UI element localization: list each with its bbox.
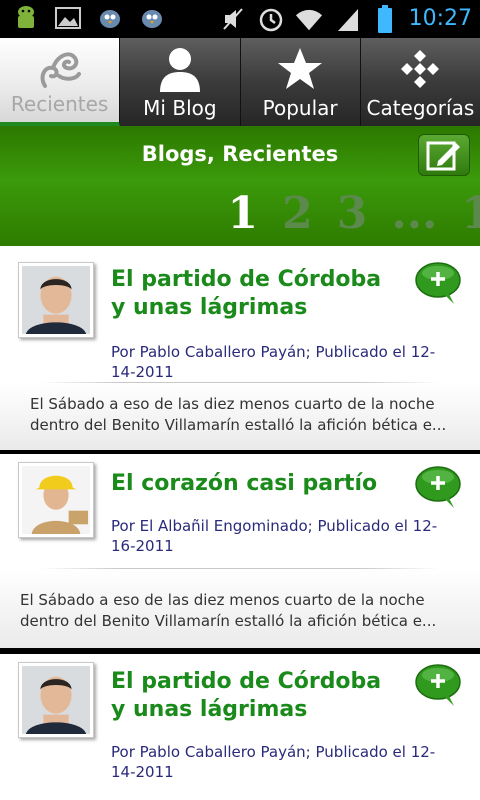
- post-byline: Por El Albañil Engominado; Publicado el …: [111, 517, 438, 555]
- image-icon: [54, 4, 82, 32]
- tab-label: Recientes: [10, 92, 109, 116]
- mute-icon: [219, 5, 247, 33]
- page-title: Blogs, Recientes: [141, 142, 339, 166]
- add-comment-button[interactable]: [414, 662, 462, 706]
- author-avatar: [18, 262, 94, 338]
- tab-label: Mi Blog: [143, 96, 217, 120]
- clock-time: 10:27: [408, 6, 472, 31]
- battery-icon: [371, 5, 399, 33]
- page-1[interactable]: 1: [228, 188, 259, 239]
- wifi-icon: [295, 5, 323, 33]
- post-title[interactable]: El partido de Córdoba y unas lágrimas: [111, 266, 401, 322]
- android-icon: [12, 4, 40, 32]
- plus-bubble-icon: [415, 664, 461, 706]
- page-last[interactable]: 1: [461, 188, 480, 239]
- tab-mi-blog[interactable]: Mi Blog: [120, 38, 241, 126]
- plus-bubble-icon: [415, 262, 461, 304]
- star-icon: [241, 46, 360, 92]
- signal-icon: [333, 5, 361, 33]
- plus-bubble-icon: [415, 466, 461, 508]
- post-card[interactable]: El corazón casi partío Por El Albañil En…: [0, 454, 480, 648]
- post-byline: Por Pablo Caballero Payán; Publicado el …: [111, 343, 436, 381]
- categories-icon: [361, 46, 480, 92]
- person-icon: [120, 46, 239, 92]
- tab-recientes[interactable]: Recientes: [0, 38, 121, 126]
- add-comment-button[interactable]: [414, 260, 462, 304]
- post-excerpt: El Sábado a eso de las diez menos cuarto…: [20, 591, 437, 630]
- pagination: 1 2 3 ... 1: [228, 188, 480, 239]
- tab-bar: Recientes Mi Blog Popular Categorías: [0, 38, 480, 126]
- tab-label: Popular: [262, 96, 338, 120]
- tab-popular[interactable]: Popular: [240, 38, 361, 126]
- status-bar: 10:27: [0, 0, 480, 38]
- tab-categorias[interactable]: Categorías: [360, 38, 480, 126]
- bird-icon: [96, 4, 124, 32]
- recent-icon: [0, 46, 119, 92]
- post-byline: Por Pablo Caballero Payán; Publicado el …: [111, 743, 436, 781]
- author-avatar: [18, 462, 94, 538]
- post-title[interactable]: El partido de Córdoba y unas lágrimas: [111, 668, 401, 724]
- post-excerpt: El Sábado a eso de las diez menos cuarto…: [30, 395, 447, 434]
- compose-icon: [426, 141, 460, 171]
- post-card[interactable]: El partido de Córdoba y unas lágrimas Po…: [0, 654, 480, 800]
- page-3[interactable]: 3: [337, 188, 368, 239]
- add-comment-button[interactable]: [414, 464, 462, 508]
- excerpt-box: El Sábado a eso de las diez menos cuarto…: [0, 569, 480, 648]
- section-header: Blogs, Recientes 1 2 3 ... 1: [0, 126, 480, 246]
- page-2[interactable]: 2: [282, 188, 313, 239]
- bird-icon: [138, 4, 166, 32]
- post-list[interactable]: El partido de Córdoba y unas lágrimas Po…: [0, 246, 480, 800]
- author-avatar: [18, 662, 94, 738]
- post-title[interactable]: El corazón casi partío: [111, 470, 401, 498]
- excerpt-box: El Sábado a eso de las diez menos cuarto…: [0, 383, 480, 450]
- alarm-icon: [257, 5, 285, 33]
- tab-label: Categorías: [366, 96, 475, 120]
- post-card[interactable]: El partido de Córdoba y unas lágrimas Po…: [0, 246, 480, 450]
- compose-button[interactable]: [418, 134, 470, 176]
- page-ellipsis: ...: [391, 188, 438, 239]
